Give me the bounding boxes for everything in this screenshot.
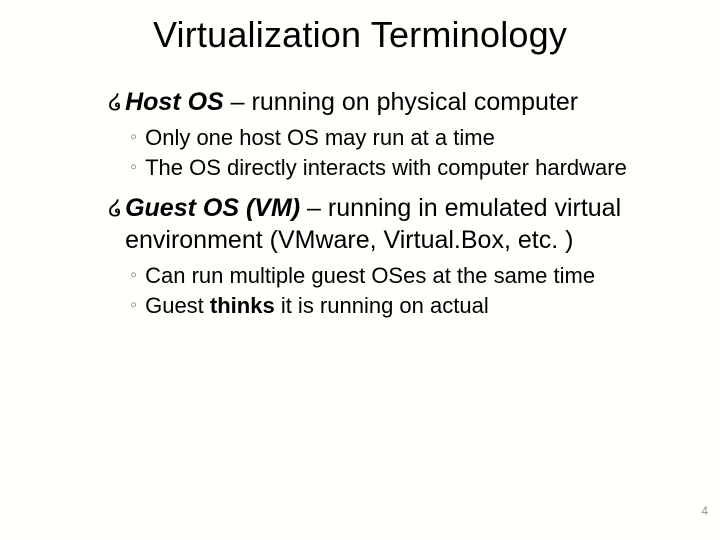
sub-bullet-text: Guest thinks it is running on actual xyxy=(145,292,648,320)
bullet-text: Host OS – running on physical computer xyxy=(125,86,648,118)
slide-body: ໒ Host OS – running on physical computer… xyxy=(108,78,648,331)
circle-bullet-icon: ◦ xyxy=(130,263,137,289)
term-host-os: Host OS xyxy=(125,88,224,116)
bullet-text: Guest OS (VM) – running in emulated virt… xyxy=(125,192,648,256)
sub-bullet-text: Only one host OS may run at a time xyxy=(145,124,648,152)
scribble-bullet-icon: ໒ xyxy=(108,194,122,222)
sub-bullets-guest: ◦ Can run multiple guest OSes at the sam… xyxy=(108,262,648,320)
circle-bullet-icon: ◦ xyxy=(130,293,137,319)
scribble-bullet-icon: ໒ xyxy=(108,88,122,116)
page-number: 4 xyxy=(701,504,708,518)
sub-bold: thinks xyxy=(210,293,275,318)
circle-bullet-icon: ◦ xyxy=(130,155,137,181)
term-guest-os: Guest OS (VM) xyxy=(125,194,300,222)
sub-prefix: Guest xyxy=(145,293,210,318)
sub-bullet-text: Can run multiple guest OSes at the same … xyxy=(145,262,648,290)
bullet-rest: – running on physical computer xyxy=(224,88,578,116)
sub-bullet: ◦ Only one host OS may run at a time xyxy=(130,124,648,152)
circle-bullet-icon: ◦ xyxy=(130,125,137,151)
bullet-guest-os: ໒ Guest OS (VM) – running in emulated vi… xyxy=(108,192,648,256)
sub-bullets-host: ◦ Only one host OS may run at a time ◦ T… xyxy=(108,124,648,182)
sub-bullet: ◦ Guest thinks it is running on actual xyxy=(130,292,648,320)
sub-bullet: ◦ Can run multiple guest OSes at the sam… xyxy=(130,262,648,290)
sub-suffix: it is running on actual xyxy=(275,293,489,318)
sub-bullet: ◦ The OS directly interacts with compute… xyxy=(130,154,648,182)
sub-bullet-text: The OS directly interacts with computer … xyxy=(145,154,648,182)
bullet-host-os: ໒ Host OS – running on physical computer xyxy=(108,86,648,118)
slide-title: Virtualization Terminology xyxy=(0,14,720,56)
slide: Virtualization Terminology ໒ Host OS – r… xyxy=(0,0,720,540)
